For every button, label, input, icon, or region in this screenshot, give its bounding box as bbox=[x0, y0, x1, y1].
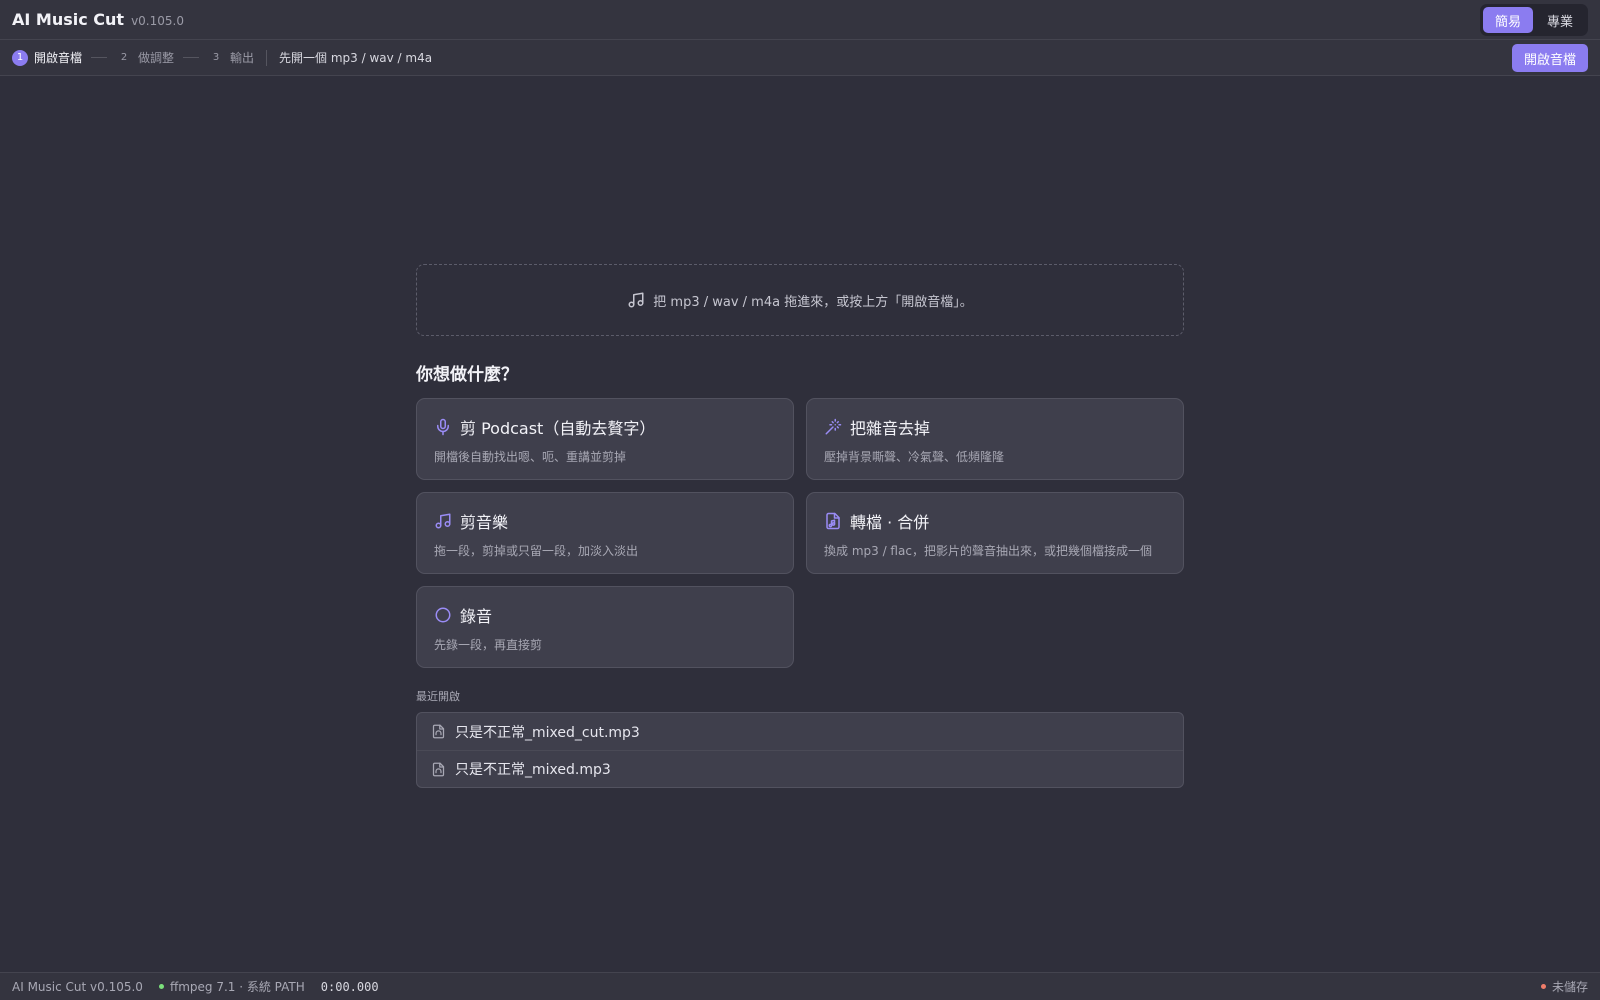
file-audio-icon bbox=[429, 723, 447, 741]
action-cards: 剪 Podcast（自動去贅字） 開檔後自動找出嗯、呃、重講並剪掉 把雜音去掉 … bbox=[416, 398, 1184, 668]
drop-zone[interactable]: 把 mp3 / wav / m4a 拖進來，或按上方「開啟音檔」。 bbox=[416, 264, 1184, 336]
step-adjust: 2 做調整 bbox=[116, 49, 174, 66]
step-number: 1 bbox=[12, 49, 28, 66]
recent-files-list: 只是不正常_mixed_cut.mp3 只是不正常_mixed.mp3 bbox=[416, 712, 1184, 788]
card-description: 先錄一段，再直接剪 bbox=[434, 638, 543, 652]
file-audio-icon bbox=[824, 512, 842, 530]
step-label: 開啟音檔 bbox=[34, 51, 83, 65]
status-bar: AI Music Cut v0.105.0 ffmpeg 7.1 · 系統 PA… bbox=[0, 972, 1600, 1000]
recent-file-name: 只是不正常_mixed_cut.mp3 bbox=[455, 724, 640, 741]
step-number: 3 bbox=[212, 52, 220, 63]
card-description: 拖一段，剪掉或只留一段，加淡入淡出 bbox=[434, 544, 639, 558]
ffmpeg-status: ffmpeg 7.1 · 系統 PATH bbox=[158, 978, 305, 995]
magic-wand-icon bbox=[824, 418, 842, 436]
section-title: 你想做什麼？ bbox=[416, 365, 518, 385]
save-status-text: 未儲存 bbox=[1551, 980, 1588, 994]
action-card-podcast[interactable]: 剪 Podcast（自動去贅字） 開檔後自動找出嗯、呃、重講並剪掉 bbox=[416, 398, 794, 480]
card-title: 剪音樂 bbox=[460, 513, 509, 532]
step-label: 輸出 bbox=[230, 51, 255, 65]
action-card-denoise[interactable]: 把雜音去掉 壓掉背景嘶聲、冷氣聲、低頻隆隆 bbox=[806, 398, 1184, 480]
music-note-icon bbox=[434, 512, 452, 530]
recent-file-item[interactable]: 只是不正常_mixed.mp3 bbox=[417, 750, 1183, 787]
step-open-file: 1 開啟音檔 bbox=[12, 49, 82, 66]
status-ok-indicator bbox=[158, 984, 164, 989]
time-readout: 0:00.000 bbox=[320, 979, 379, 994]
main-content: 把 mp3 / wav / m4a 拖進來，或按上方「開啟音檔」。 你想做什麼？… bbox=[416, 264, 1184, 788]
step-bar: 1 開啟音檔 2 做調整 3 輸出 先開一個 mp3 / wav / m4a 開… bbox=[0, 40, 1600, 76]
mode-pro-button[interactable]: 專業 bbox=[1535, 7, 1585, 33]
mode-toggle: 簡易 專業 bbox=[1479, 4, 1588, 36]
recent-file-item[interactable]: 只是不正常_mixed_cut.mp3 bbox=[417, 713, 1183, 750]
music-note-icon bbox=[627, 291, 645, 309]
step-number: 2 bbox=[120, 52, 128, 63]
card-description: 壓掉背景嘶聲、冷氣聲、低頻隆隆 bbox=[824, 450, 1005, 464]
card-title: 剪 Podcast（自動去贅字） bbox=[460, 419, 656, 438]
card-title: 把雜音去掉 bbox=[850, 419, 931, 438]
title-bar: AI Music Cut v0.105.0 簡易 專業 bbox=[0, 0, 1600, 40]
drop-zone-text: 把 mp3 / wav / m4a 拖進來，或按上方「開啟音檔」。 bbox=[653, 294, 973, 310]
step-label: 做調整 bbox=[138, 51, 175, 65]
step-divider bbox=[266, 49, 268, 66]
file-audio-icon bbox=[429, 760, 447, 778]
action-card-convert[interactable]: 轉檔 · 合併 換成 mp3 / flac，把影片的聲音抽出來，或把幾個檔接成一… bbox=[806, 492, 1184, 574]
step-separator bbox=[183, 57, 200, 58]
app-version: v0.105.0 bbox=[131, 14, 184, 28]
card-title: 轉檔 · 合併 bbox=[850, 513, 930, 532]
ffmpeg-status-text: ffmpeg 7.1 · 系統 PATH bbox=[169, 980, 305, 994]
save-status: 未儲存 bbox=[1540, 978, 1588, 995]
card-title: 錄音 bbox=[460, 607, 493, 626]
unsaved-indicator bbox=[1540, 984, 1546, 989]
recent-label: 最近開啟 bbox=[416, 690, 460, 703]
record-circle-icon bbox=[434, 606, 452, 624]
step-hint: 先開一個 mp3 / wav / m4a bbox=[279, 51, 433, 65]
card-description: 換成 mp3 / flac，把影片的聲音抽出來，或把幾個檔接成一個 bbox=[824, 544, 1152, 558]
action-card-record[interactable]: 錄音 先錄一段，再直接剪 bbox=[416, 586, 794, 668]
recent-file-name: 只是不正常_mixed.mp3 bbox=[455, 762, 611, 778]
action-card-music[interactable]: 剪音樂 拖一段，剪掉或只留一段，加淡入淡出 bbox=[416, 492, 794, 574]
status-version: AI Music Cut v0.105.0 bbox=[12, 979, 143, 994]
microphone-icon bbox=[434, 418, 452, 436]
app-title: AI Music Cut bbox=[12, 10, 125, 29]
open-file-button[interactable]: 開啟音檔 bbox=[1511, 44, 1588, 72]
step-separator bbox=[91, 57, 108, 58]
mode-simple-button[interactable]: 簡易 bbox=[1482, 7, 1533, 33]
step-export: 3 輸出 bbox=[208, 49, 254, 66]
card-description: 開檔後自動找出嗯、呃、重講並剪掉 bbox=[434, 450, 627, 464]
